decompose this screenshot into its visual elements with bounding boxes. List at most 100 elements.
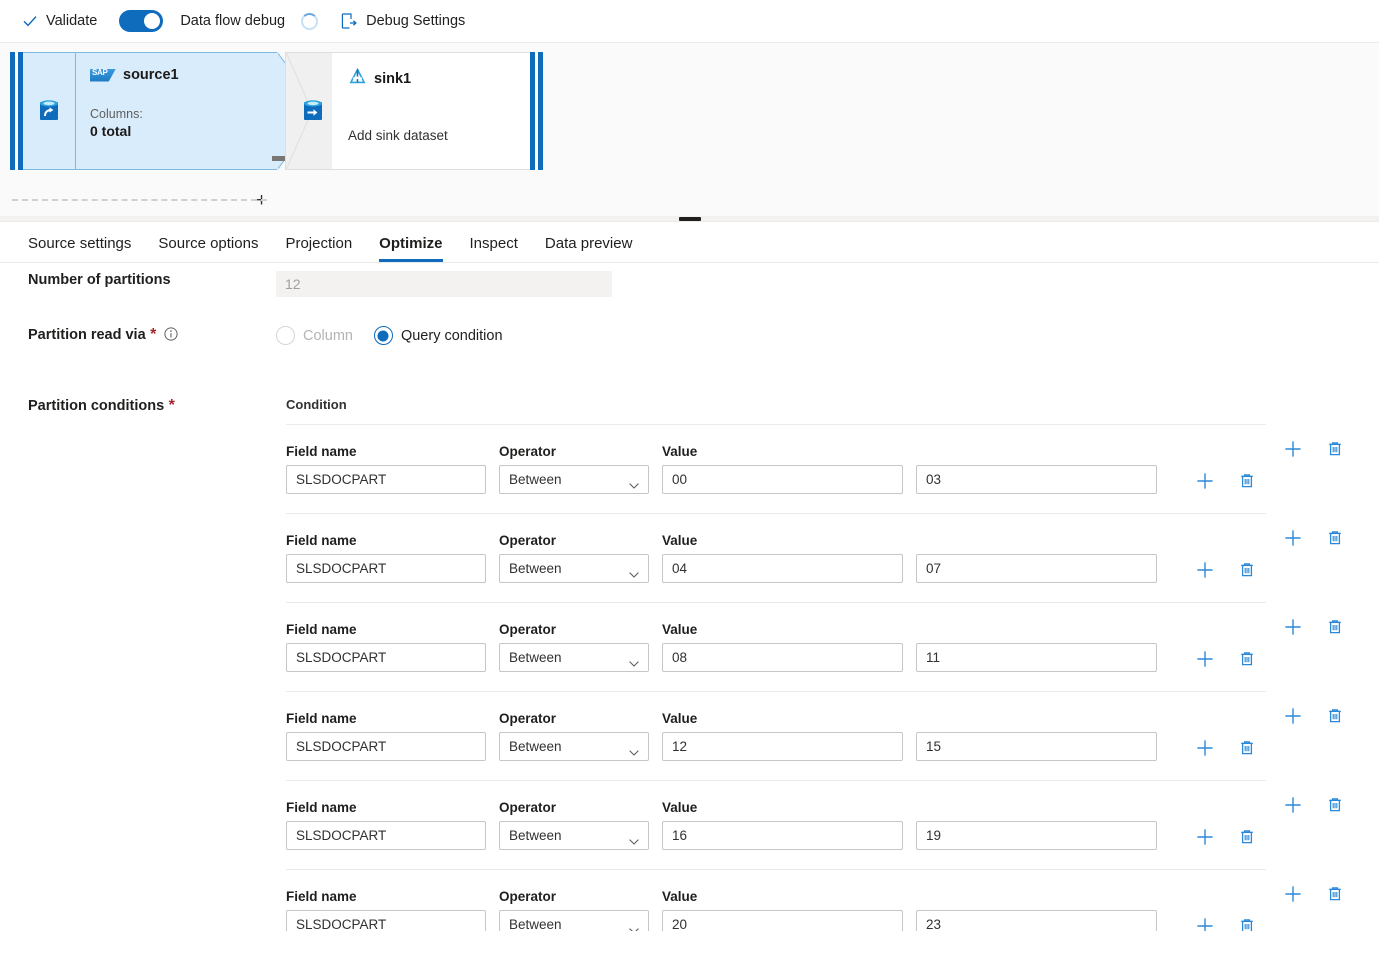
value-label: Value	[662, 800, 903, 815]
add-icon[interactable]	[1283, 528, 1303, 548]
value-from-group: Value	[662, 533, 903, 583]
delete-icon[interactable]	[1325, 795, 1345, 815]
operator-label: Operator	[499, 889, 649, 904]
delete-icon[interactable]	[1237, 827, 1257, 847]
operator-select[interactable]: Between	[499, 465, 649, 494]
panel-resize-handle[interactable]	[679, 217, 701, 221]
optimize-panel: Number of partitions Partition read via …	[0, 263, 1379, 931]
tab-source-settings[interactable]: Source settings	[28, 235, 131, 262]
radio-query-condition[interactable]: Query condition	[374, 326, 503, 345]
delete-icon[interactable]	[1325, 884, 1345, 904]
field-name-group: Field name	[286, 800, 486, 850]
value-from-input[interactable]	[662, 643, 903, 672]
delete-icon[interactable]	[1237, 649, 1257, 669]
tab-projection[interactable]: Projection	[285, 235, 352, 262]
partition-read-via-required-mark: *	[150, 326, 156, 343]
add-icon[interactable]	[1195, 649, 1215, 669]
value-to-label-spacer	[916, 444, 1157, 459]
source-stream-icon-column	[23, 52, 75, 170]
add-icon[interactable]	[1195, 560, 1215, 580]
operator-group: Operator Between	[499, 711, 649, 761]
condition-row: Field name Operator Between Valu	[276, 514, 1359, 603]
field-name-input[interactable]	[286, 465, 486, 494]
operator-select[interactable]: Between	[499, 554, 649, 583]
operator-select-wrap: Between	[499, 910, 649, 931]
sink-node[interactable]: sink1 Add sink dataset	[285, 52, 543, 170]
validate-button[interactable]: Validate	[22, 5, 97, 37]
field-name-input[interactable]	[286, 643, 486, 672]
field-name-input[interactable]	[286, 732, 486, 761]
condition-row: Field name Operator Between Valu	[276, 870, 1359, 931]
partition-conditions-required-mark: *	[169, 397, 175, 414]
value-to-group	[916, 889, 1157, 931]
operator-select[interactable]: Between	[499, 821, 649, 850]
radio-query-condition-label: Query condition	[401, 328, 503, 344]
field-name-input[interactable]	[286, 554, 486, 583]
add-icon[interactable]	[1195, 738, 1215, 758]
value-to-input[interactable]	[916, 732, 1157, 761]
delete-icon[interactable]	[1325, 528, 1345, 548]
delete-icon[interactable]	[1325, 439, 1345, 459]
value-from-input[interactable]	[662, 821, 903, 850]
value-from-group: Value	[662, 800, 903, 850]
source-node[interactable]: SAP source1 Columns: 0 total	[10, 52, 278, 170]
value-from-input[interactable]	[662, 465, 903, 494]
debug-settings-label: Debug Settings	[366, 13, 465, 29]
add-icon[interactable]	[1283, 439, 1303, 459]
value-to-input[interactable]	[916, 910, 1157, 931]
sink-stream-icon-column	[285, 52, 332, 170]
delete-icon[interactable]	[1325, 617, 1345, 637]
delete-icon[interactable]	[1237, 738, 1257, 758]
sink-node-body[interactable]: sink1 Add sink dataset	[332, 52, 530, 170]
condition-outer-actions	[1283, 528, 1345, 548]
add-icon[interactable]	[1283, 706, 1303, 726]
field-name-input[interactable]	[286, 821, 486, 850]
condition-inline-actions	[1195, 560, 1257, 583]
condition-section-header: Condition	[286, 397, 1359, 424]
source-columns-value: 0 total	[90, 123, 278, 139]
partition-read-via-row: Partition read via * Column Query condit…	[0, 326, 1379, 345]
delete-icon[interactable]	[1325, 706, 1345, 726]
tab-data-preview[interactable]: Data preview	[545, 235, 633, 262]
dataflow-debug-toggle[interactable]	[119, 10, 163, 32]
source-node-body[interactable]: SAP source1 Columns: 0 total	[75, 52, 278, 170]
operator-select[interactable]: Between	[499, 643, 649, 672]
value-from-input[interactable]	[662, 554, 903, 583]
operator-select[interactable]: Between	[499, 732, 649, 761]
field-name-input[interactable]	[286, 910, 486, 931]
value-to-input[interactable]	[916, 554, 1157, 583]
delete-icon[interactable]	[1237, 471, 1257, 491]
radio-column-dot	[276, 326, 295, 345]
sink-dataset-link[interactable]: Add sink dataset	[348, 128, 530, 143]
delete-icon[interactable]	[1237, 916, 1257, 931]
add-icon[interactable]	[1283, 884, 1303, 904]
value-to-input[interactable]	[916, 643, 1157, 672]
add-icon[interactable]	[1195, 827, 1215, 847]
partition-conditions-area: Condition Field name Operator Between	[276, 397, 1379, 931]
dataflow-canvas[interactable]: SAP source1 Columns: 0 total +	[0, 43, 1379, 217]
add-icon[interactable]	[1283, 617, 1303, 637]
tab-inspect[interactable]: Inspect	[470, 235, 518, 262]
add-icon[interactable]	[1195, 471, 1215, 491]
value-label: Value	[662, 622, 903, 637]
value-to-label-spacer	[916, 889, 1157, 904]
settings-tabs: Source settings Source options Projectio…	[0, 222, 1379, 263]
partition-read-via-options: Column Query condition	[276, 326, 503, 345]
add-icon[interactable]	[1195, 916, 1215, 931]
operator-select[interactable]: Between	[499, 910, 649, 931]
value-to-input[interactable]	[916, 465, 1157, 494]
add-icon[interactable]	[1283, 795, 1303, 815]
value-to-input[interactable]	[916, 821, 1157, 850]
value-from-input[interactable]	[662, 732, 903, 761]
info-icon[interactable]	[164, 327, 178, 341]
value-from-input[interactable]	[662, 910, 903, 931]
value-label: Value	[662, 533, 903, 548]
operator-group: Operator Between	[499, 800, 649, 850]
debug-settings-button[interactable]: Debug Settings	[340, 5, 465, 37]
tab-source-options[interactable]: Source options	[158, 235, 258, 262]
operator-label: Operator	[499, 533, 649, 548]
delete-icon[interactable]	[1237, 560, 1257, 580]
condition-row: Field name Operator Between Valu	[276, 603, 1359, 692]
dataflow-debug-control[interactable]: Data flow debug	[119, 5, 318, 37]
tab-optimize[interactable]: Optimize	[379, 235, 442, 262]
